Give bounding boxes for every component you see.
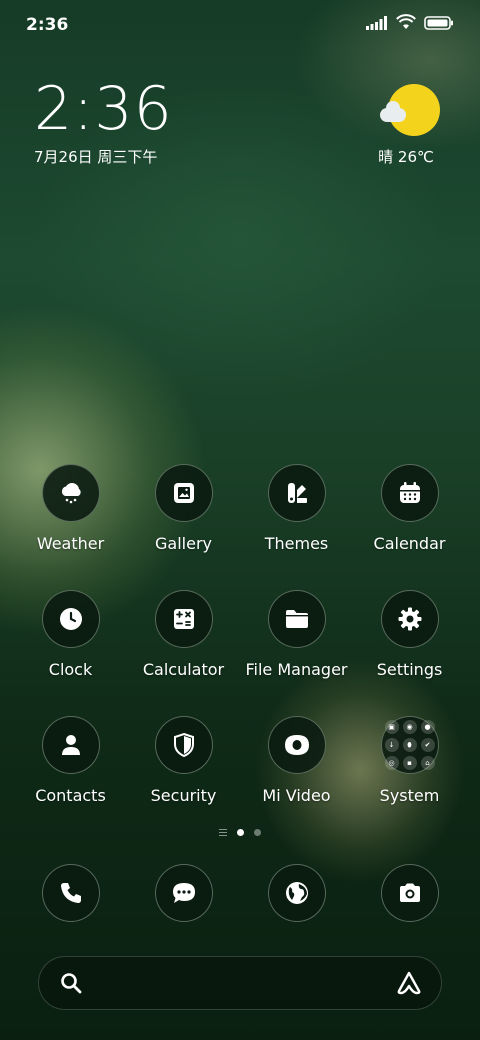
gallery-icon [154, 464, 213, 522]
dock-browser[interactable] [240, 864, 353, 922]
camera-icon [380, 864, 439, 922]
app-file-manager[interactable]: File Manager [240, 590, 353, 679]
app-calendar[interactable]: Calendar [353, 464, 466, 553]
status-bar: 2:36 [0, 0, 480, 50]
folder-icon [267, 590, 326, 648]
clock-widget[interactable]: 2:36 7月26日 周三下午 [34, 76, 173, 167]
app-label: Gallery [155, 534, 212, 553]
messages-icon [154, 864, 213, 922]
themes-icon [267, 464, 326, 522]
clock-widget-date: 7月26日 周三下午 [34, 148, 158, 166]
calendar-icon [380, 464, 439, 522]
app-label: Weather [36, 534, 105, 553]
app-settings[interactable]: Settings [353, 590, 466, 679]
search-bar[interactable] [38, 956, 442, 1010]
app-themes[interactable]: Themes [240, 464, 353, 553]
calculator-icon [154, 590, 213, 648]
contacts-icon [41, 716, 100, 774]
app-drawer-indicator[interactable] [219, 829, 227, 836]
search-icon[interactable] [59, 971, 83, 999]
app-contacts[interactable]: Contacts [14, 716, 127, 805]
app-label: Mi Video [262, 786, 331, 805]
dock-camera[interactable] [353, 864, 466, 922]
video-icon [267, 716, 326, 774]
shield-icon [154, 716, 213, 774]
page-dot-active[interactable] [237, 829, 244, 836]
app-label: System [379, 786, 440, 805]
app-label: Security [150, 786, 217, 805]
app-label: Calculator [142, 660, 225, 679]
wifi-icon [396, 14, 416, 34]
clock-icon [41, 590, 100, 648]
gear-icon [380, 590, 439, 648]
signal-icon [366, 15, 388, 34]
browser-icon [267, 864, 326, 922]
sunny-cloud-icon [380, 84, 440, 136]
clock-widget-time: 2:36 [34, 74, 173, 144]
app-label: Clock [48, 660, 93, 679]
dock-messages[interactable] [127, 864, 240, 922]
status-time: 2:36 [26, 15, 69, 35]
folder-grid-icon: ▣ ◉ ● ↓ ⬮ ✔ ◎ ▪ ⌂ [380, 716, 439, 774]
app-clock[interactable]: Clock [14, 590, 127, 679]
app-weather[interactable]: Weather [14, 464, 127, 553]
app-label: File Manager [245, 660, 348, 679]
status-icons [366, 14, 454, 34]
app-label: Settings [376, 660, 443, 679]
app-mi-video[interactable]: Mi Video [240, 716, 353, 805]
app-calculator[interactable]: Calculator [127, 590, 240, 679]
weather-widget-text: 晴 26℃ [378, 148, 434, 166]
phone-icon [41, 864, 100, 922]
page-indicator[interactable] [0, 829, 480, 836]
weather-widget[interactable]: 晴 26℃ [376, 84, 446, 167]
app-security[interactable]: Security [127, 716, 240, 805]
app-system-folder[interactable]: ▣ ◉ ● ↓ ⬮ ✔ ◎ ▪ ⌂ System [353, 716, 466, 805]
app-label: Calendar [373, 534, 446, 553]
app-label: Themes [264, 534, 329, 553]
assistant-icon[interactable] [395, 970, 423, 1000]
dock-phone[interactable] [14, 864, 127, 922]
battery-icon [424, 15, 454, 34]
app-label: Contacts [35, 786, 106, 805]
weather-icon [41, 464, 100, 522]
app-gallery[interactable]: Gallery [127, 464, 240, 553]
page-dot[interactable] [254, 829, 261, 836]
